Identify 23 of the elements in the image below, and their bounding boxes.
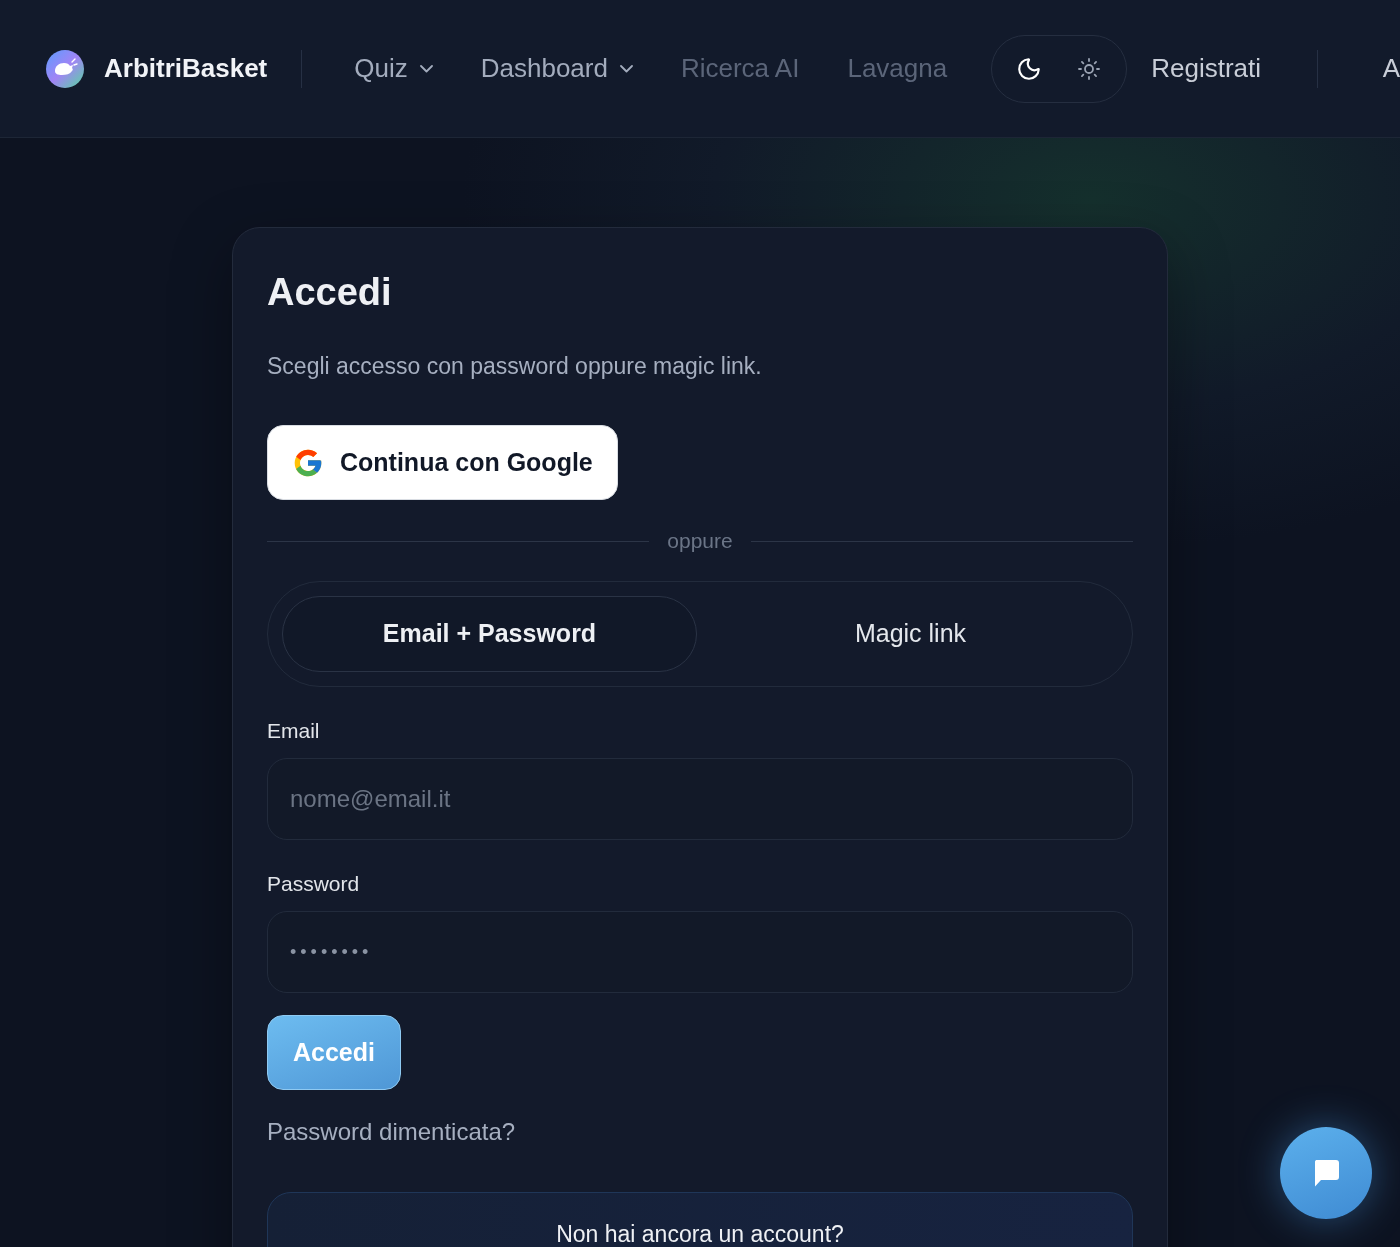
google-sign-in-button[interactable]: Continua con Google	[267, 425, 618, 500]
sun-icon	[1077, 56, 1102, 81]
nav-link[interactable]: Quiz	[354, 49, 433, 88]
separator-text: oppure	[667, 528, 733, 555]
moon-icon	[1016, 55, 1043, 82]
card-title: Accedi	[267, 270, 392, 314]
card-subtitle: Scegli accesso con password oppure magic link.	[267, 352, 762, 381]
signup-prompt: Non hai ancora un account?	[556, 1222, 844, 1246]
field-label: Email	[267, 718, 320, 744]
nav-link[interactable]: Dashboard	[480, 49, 633, 88]
email-field[interactable]: nome@email.it	[267, 758, 1133, 840]
brand-name[interactable]: ArbitriBasket	[104, 49, 268, 88]
password-field[interactable]: ••••••••	[267, 911, 1133, 993]
method-tab[interactable]: Magic link	[703, 596, 1118, 672]
chevron-down-icon	[419, 64, 433, 73]
chevron-down-icon	[619, 64, 633, 73]
nav-link[interactable]: A	[1382, 49, 1400, 88]
forgot-password-link[interactable]: Password dimenticata?	[267, 1117, 516, 1147]
method-tab[interactable]: Email + Password	[282, 596, 697, 672]
register-link[interactable]: Registrati	[1151, 49, 1262, 88]
logo-icon	[46, 49, 84, 88]
field-label: Password	[267, 871, 360, 897]
chat-bubble-icon	[1313, 1159, 1339, 1187]
